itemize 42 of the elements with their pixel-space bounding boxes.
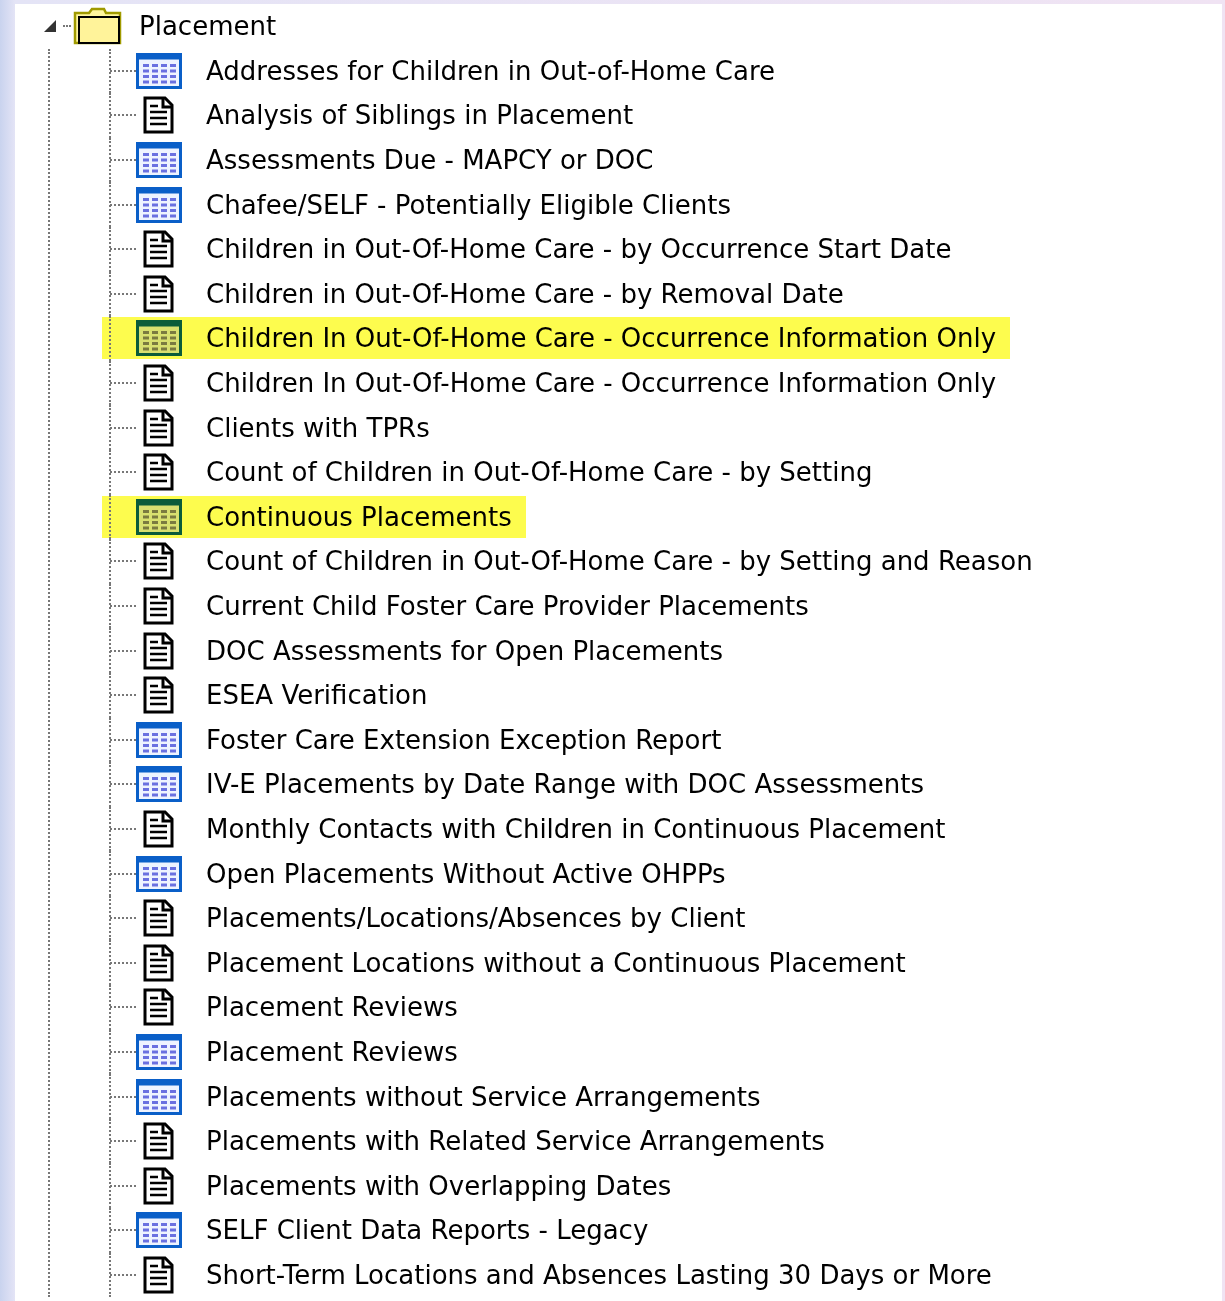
table-icon <box>136 52 182 89</box>
report-item[interactable]: Clients with TPRs <box>136 406 444 449</box>
report-item[interactable]: Count of Children in Out-Of-Home Care - by Setting and Reason <box>136 540 1047 583</box>
report-item[interactable]: Placements with Related Service Arrangements <box>136 1120 839 1163</box>
report-item[interactable]: Addresses for Children in Out-of-Home Care <box>136 49 790 92</box>
folder-icon <box>73 7 123 46</box>
report-item[interactable]: Count of Children in Out-Of-Home Care - by Setting <box>136 451 887 494</box>
report-item[interactable]: Placement Reviews <box>136 986 472 1029</box>
report-item[interactable]: Chafee/SELF - Potentially Eligible Clients <box>136 183 745 226</box>
report-item[interactable]: Continuous Placements <box>102 495 526 538</box>
table-icon <box>136 142 182 179</box>
table-icon <box>136 1078 182 1115</box>
report-item[interactable]: Open Placements Without Active OHPPs <box>136 852 740 895</box>
report-item[interactable]: Placement Reviews <box>136 1030 472 1073</box>
report-item[interactable]: Children In Out-Of-Home Care - Occurrence Information Only <box>136 362 1011 405</box>
report-item[interactable]: Monthly Contacts with Children in Continuous Placement <box>136 808 960 850</box>
report-item[interactable]: Short-Term Locations and Absences Lasting 30 Days or More <box>136 1253 1006 1296</box>
report-item[interactable]: Placements without Service Arrangements <box>136 1075 775 1118</box>
report-item[interactable]: IV-E Placements by Date Range with DOC Assessments <box>136 763 938 806</box>
table-icon <box>136 1033 182 1070</box>
report-item[interactable]: Placements/Locations/Absences by Client <box>136 897 760 940</box>
report-item[interactable]: Children In Out-Of-Home Care - Occurrence Information Only <box>102 317 1011 360</box>
table-icon <box>136 766 182 803</box>
table-icon <box>136 498 182 535</box>
report-item[interactable]: Children in Out-Of-Home Care - by Removal Date <box>136 272 858 315</box>
report-item[interactable]: Placements with Overlapping Dates <box>136 1164 686 1207</box>
report-item[interactable]: ESEA Verification <box>136 674 442 717</box>
report-item[interactable]: DOC Assessments for Open Placements <box>136 629 738 672</box>
report-item[interactable]: Assessments Due - MAPCY or DOC <box>136 139 668 182</box>
folder-label[interactable]: Placement <box>139 11 277 42</box>
table-icon <box>136 320 182 357</box>
table-icon <box>136 186 182 223</box>
report-item[interactable]: Placement Locations without a Continuous Placement <box>136 941 920 984</box>
report-item[interactable]: Analysis of Siblings in Placement <box>136 94 648 137</box>
table-icon <box>136 721 182 758</box>
expand-triangle-icon[interactable] <box>43 19 57 34</box>
report-item[interactable]: Children in Out-Of-Home Care - by Occurrence Start Date <box>136 228 966 271</box>
report-item[interactable]: SELF Client Data Reports - Legacy <box>136 1209 663 1252</box>
table-icon <box>136 855 182 892</box>
table-icon <box>136 1212 182 1249</box>
report-item[interactable]: Current Child Foster Care Provider Placements <box>136 585 823 627</box>
report-item[interactable]: Foster Care Extension Exception Report <box>136 718 736 761</box>
